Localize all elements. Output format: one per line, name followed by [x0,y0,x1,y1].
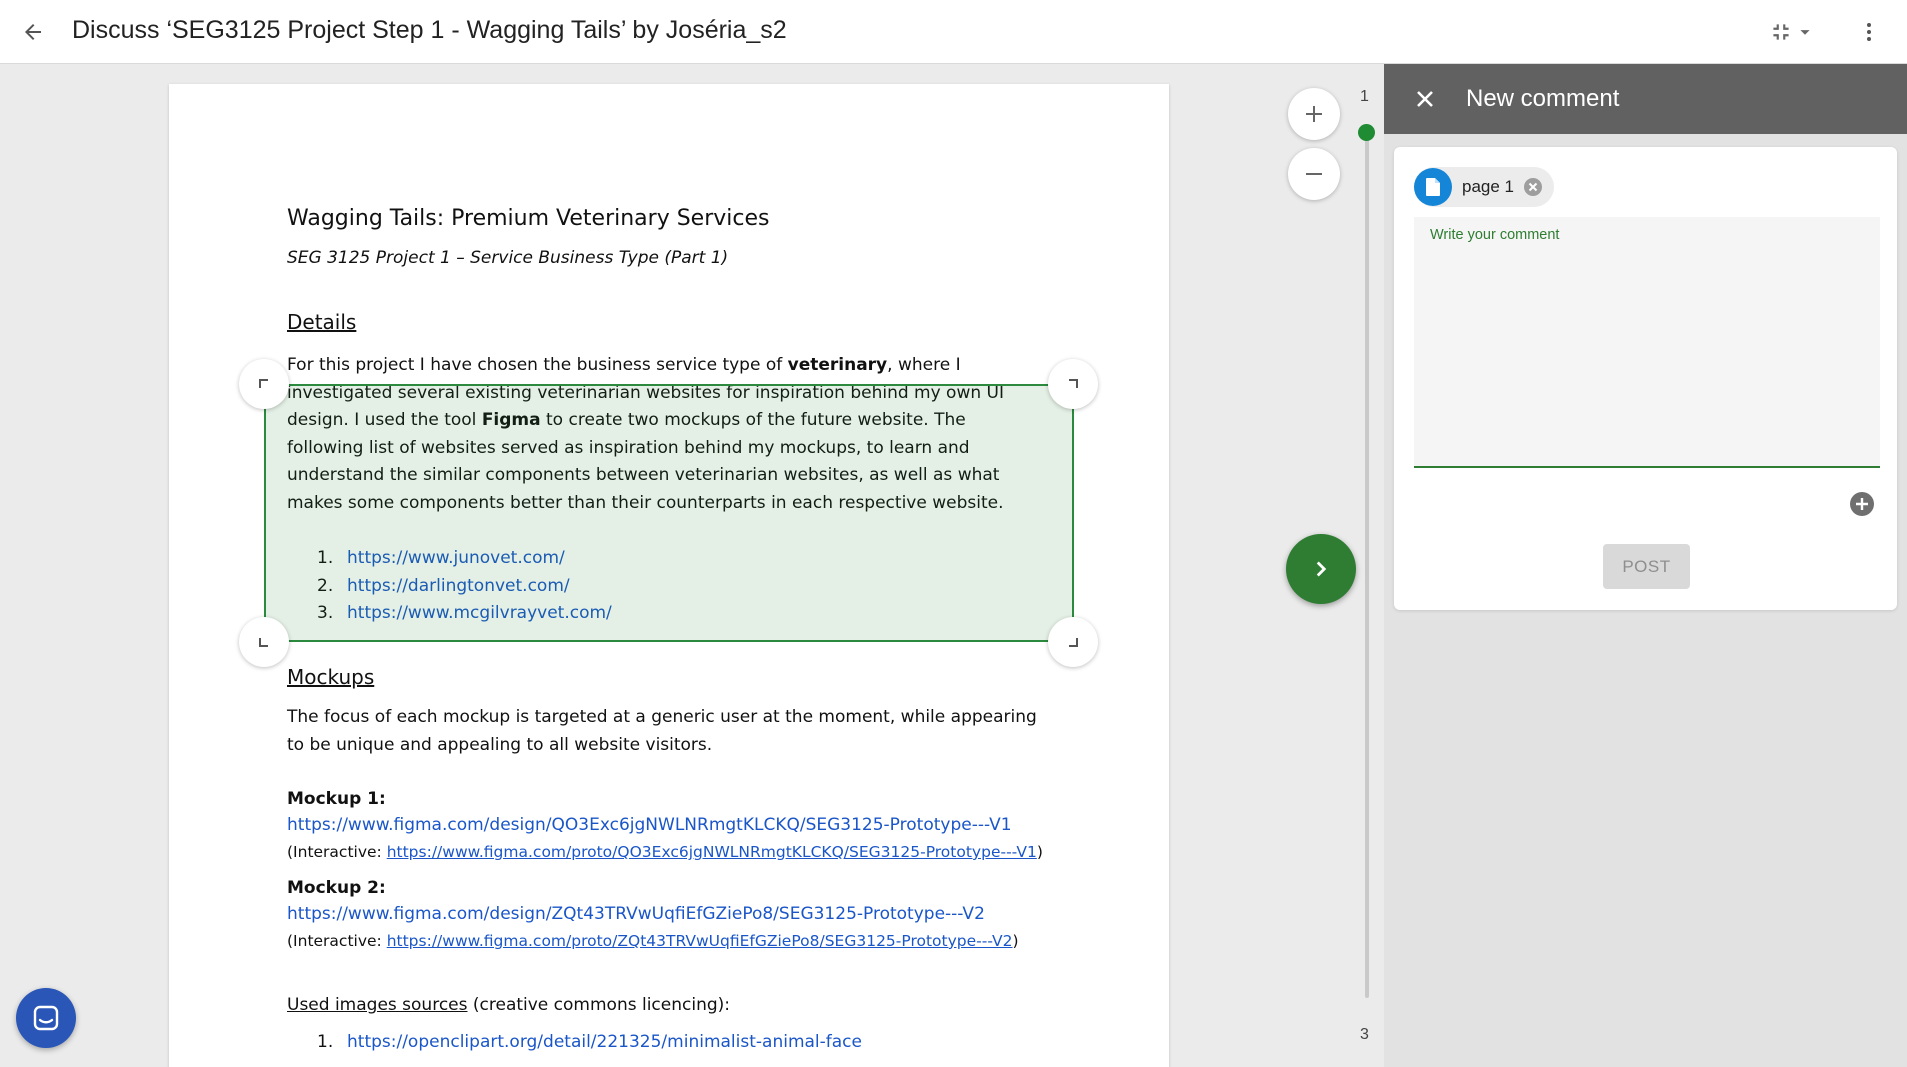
mockup2-interactive: (Interactive: https://www.figma.com/prot… [287,932,1019,950]
image-links-list: 1. https://openclipart.org/detail/221325/… [317,1029,862,1057]
more-vert-icon [1867,23,1871,41]
page-title: Discuss ‘SEG3125 Project Step 1 - Waggin… [72,16,787,44]
panel-header: New comment [1384,64,1907,134]
document-viewer[interactable]: Wagging Tails: Premium Veterinary Servic… [0,64,1384,1067]
comment-input[interactable] [1414,217,1880,468]
fit-to-page-icon [1773,24,1789,40]
selection-handle-bottom-left[interactable] [239,617,289,667]
chip-label: page 1 [1462,177,1514,196]
list-item: 3. https://www.mcgilvrayvet.com/ [317,600,612,628]
link[interactable]: https://www.mcgilvrayvet.com/ [347,600,612,628]
mockup1-link[interactable]: https://www.figma.com/design/QO3Exc6jgNW… [287,815,1012,835]
page-scrubber-thumb[interactable] [1358,124,1375,141]
selection-handle-bottom-right[interactable] [1048,617,1098,667]
corner-icon [1069,638,1078,647]
chevron-right-icon [1316,561,1327,577]
mockups-heading: Mockups [287,665,375,689]
plus-icon [1306,106,1322,122]
fit-to-page-button[interactable] [1768,15,1828,49]
page-scrubber-track[interactable] [1365,134,1369,998]
chevron-down-icon [1800,30,1810,35]
document-subtitle: SEG 3125 Project 1 – Service Business Ty… [287,248,729,268]
current-page-number: 1 [1360,88,1369,105]
mockup1-interactive: (Interactive: https://www.figma.com/prot… [287,843,1043,861]
images-heading: Used images sources (creative commons li… [287,995,730,1015]
mockup2-link[interactable]: https://www.figma.com/design/ZQt43TRVwUq… [287,904,985,924]
details-paragraph: For this project I have chosen the busin… [287,355,1004,513]
chip-remove-button[interactable] [1522,176,1544,198]
close-icon [1417,91,1433,107]
details-heading: Details [287,310,357,334]
comment-card: page 1 POST [1394,147,1897,610]
document-icon [1414,168,1452,206]
zoom-in-button[interactable] [1288,88,1340,140]
attach-button[interactable] [1849,491,1875,517]
mockups-paragraph: The focus of each mockup is targeted at … [287,707,1037,755]
chat-bubble-icon [33,1005,59,1031]
mockup2-interactive-link[interactable]: https://www.figma.com/proto/ZQt43TRVwUqf… [387,932,1013,950]
close-button[interactable] [1406,80,1444,118]
link[interactable]: https://www.junovet.com/ [347,545,565,573]
list-item: 1. https://www.junovet.com/ [317,545,612,573]
selection-handle-top-right[interactable] [1048,359,1098,409]
link[interactable]: https://openclipart.org/detail/221325/mi… [347,1029,862,1057]
post-button[interactable]: POST [1603,544,1690,589]
list-item: 2. https://darlingtonvet.com/ [317,573,612,601]
corner-icon [259,379,268,388]
remove-circle-icon [1524,178,1542,196]
minus-icon [1306,173,1322,175]
last-page-number: 3 [1360,1026,1369,1043]
corner-icon [1069,379,1078,388]
document-page[interactable]: Wagging Tails: Premium Veterinary Servic… [169,84,1169,1067]
mockup2-label: Mockup 2: [287,878,386,898]
arrow-left-icon [25,24,41,40]
comment-panel: New comment page 1 POST [1384,64,1907,1067]
list-item: 1. https://openclipart.org/detail/221325/… [317,1029,862,1057]
next-button[interactable] [1286,534,1356,604]
more-menu-button[interactable] [1852,13,1886,51]
add-circle-icon [1850,492,1874,516]
inspiration-links-list: 1. https://www.junovet.com/ 2. https://dar… [317,545,612,628]
link[interactable]: https://darlingtonvet.com/ [347,573,570,601]
chat-launcher-button[interactable] [16,988,76,1048]
corner-icon [259,638,268,647]
selection-handle-top-left[interactable] [239,359,289,409]
page-chip: page 1 [1414,167,1554,207]
panel-title: New comment [1466,85,1620,112]
mockup1-label: Mockup 1: [287,789,386,809]
zoom-out-button[interactable] [1288,148,1340,200]
back-button[interactable] [14,13,52,51]
document-title: Wagging Tails: Premium Veterinary Servic… [287,206,770,231]
top-bar: Discuss ‘SEG3125 Project Step 1 - Waggin… [0,0,1907,64]
mockup1-interactive-link[interactable]: https://www.figma.com/proto/QO3Exc6jgNWL… [387,843,1037,861]
